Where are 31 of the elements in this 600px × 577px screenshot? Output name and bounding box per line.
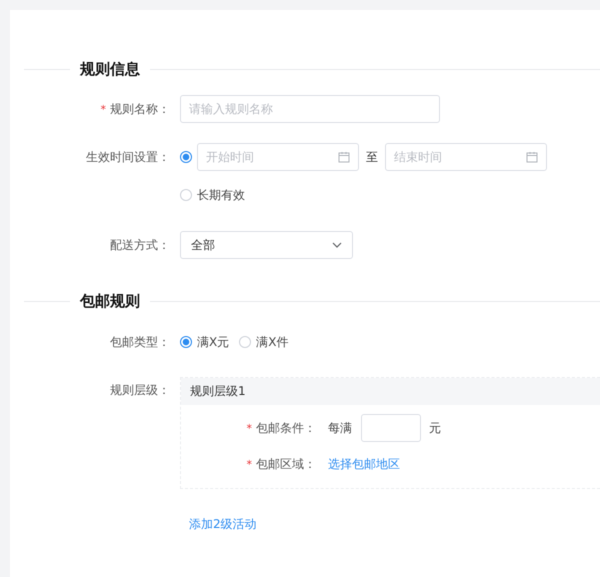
chevron-down-icon [332,242,342,248]
required-mark: * [100,102,106,116]
field-label: 包邮区域： [256,456,316,472]
unit-text: 元 [429,420,441,436]
range-separator: 至 [366,148,378,166]
radio-label: 长期有效 [197,186,245,204]
section-title: 规则信息 [78,60,141,78]
field-label: 配送方式： [110,236,170,254]
calendar-icon [338,151,350,163]
rule-name-field[interactable]: 请输入规则名称 [180,95,440,123]
amount-field[interactable] [361,414,421,442]
field-label: 规则层级： [110,382,170,399]
start-date-field[interactable]: 开始时间 [197,143,359,171]
radio-label: 满X件 [256,334,288,350]
radio-button[interactable] [180,336,192,348]
select-region-link[interactable]: 选择包邮地区 [328,456,400,472]
section-title: 包邮规则 [78,292,141,310]
add-level-link[interactable]: 添加2级活动 [189,514,257,534]
field-label: 规则名称： [110,100,170,118]
required-mark: * [246,458,252,470]
level-title: 规则层级1 [190,383,246,400]
field-label: 包邮类型： [110,334,170,350]
field-label: 生效时间设置： [86,148,170,166]
end-date-field[interactable]: 结束时间 [385,143,547,171]
required-mark: * [246,422,252,434]
radio-label: 满X元 [197,334,230,350]
calendar-icon [526,151,538,163]
prefix-text: 每满 [328,420,352,436]
delivery-select[interactable]: 全部 [180,231,353,259]
field-label: 包邮条件： [256,420,316,436]
radio-button[interactable] [180,151,192,163]
